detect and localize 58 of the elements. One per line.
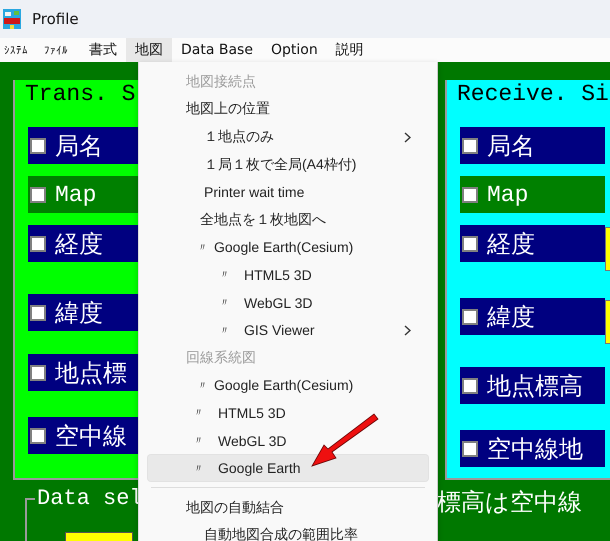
menu-item[interactable]: 自動地図合成の範囲比率 [147, 522, 429, 541]
menu-item[interactable]: 地図の自動結合 [147, 494, 429, 522]
checkbox[interactable] [462, 138, 478, 154]
checkbox[interactable] [462, 236, 478, 252]
menu-item[interactable]: 地図 [126, 38, 172, 62]
strip-label: 地点標高 [487, 370, 583, 402]
panel-title: Receive. Si [457, 80, 610, 108]
menu-item[interactable]: １局１枚で全局(A4枠付) [147, 150, 429, 178]
menu-item[interactable]: １地点のみ [147, 123, 429, 151]
checkbox[interactable] [30, 236, 46, 252]
menu-heading: 回線系統図 [185, 348, 257, 367]
strip-label: 局名 [487, 130, 535, 162]
menu-item[interactable]: ｼｽﾃﾑ [0, 38, 40, 62]
strip-label: 空中線地 [487, 434, 583, 464]
checkbox[interactable] [462, 440, 478, 456]
arrow-annotation [310, 412, 380, 468]
checkbox[interactable] [30, 428, 46, 444]
menu-item[interactable]: Data Base [172, 38, 262, 62]
strip-label: 緯度 [487, 302, 535, 332]
menu-item[interactable]: 書式 [80, 38, 126, 62]
checkbox[interactable] [462, 186, 478, 202]
strip-label: 経度 [487, 228, 535, 260]
input-field[interactable] [605, 227, 610, 271]
strip-label: 地点標 [55, 358, 127, 388]
chevron-right-icon [404, 325, 411, 336]
menu-item[interactable]: 全地点を１枚地図へ [147, 206, 429, 234]
strip-label: 局名 [55, 130, 103, 162]
menu-item[interactable]: 地図上の位置 [147, 96, 429, 124]
strip-label: Map [487, 182, 528, 208]
menu-item[interactable]: ﾌｧｲﾙ [40, 38, 80, 62]
menu-item[interactable]: 〃 WebGL 3D [147, 288, 429, 316]
menu-item[interactable]: 〃 WebGL 3D [147, 426, 429, 454]
strip-label: 緯度 [55, 298, 103, 328]
checkbox[interactable] [30, 304, 46, 320]
panel-title: Trans. S [25, 80, 136, 108]
menu-item[interactable]: 〃 HTML5 3D [147, 261, 429, 289]
menu-heading: 地図接続点 [185, 72, 257, 91]
menu-item[interactable]: 〃 Google Earth [147, 454, 429, 482]
checkbox[interactable] [462, 378, 478, 394]
strip-label: 空中線 [55, 420, 127, 452]
strip-label: 経度 [55, 228, 103, 260]
window-title: Profile [32, 10, 79, 28]
menu-item[interactable]: Option [262, 38, 327, 62]
checkbox[interactable] [462, 308, 478, 324]
checkbox[interactable] [30, 364, 46, 380]
menu-item[interactable]: 〃 HTML5 3D [147, 399, 429, 427]
checkbox[interactable] [30, 138, 46, 154]
menu-item[interactable]: 〃 GIS Viewer [147, 316, 429, 344]
input-field[interactable] [605, 300, 610, 344]
menu-item[interactable]: 〃 Google Earth(Cesium) [147, 372, 429, 400]
chevron-right-icon [404, 132, 411, 144]
menu-item[interactable]: 〃 Google Earth(Cesium) [147, 234, 429, 262]
app-icon [3, 9, 21, 29]
menu-item[interactable]: Printer wait time [147, 178, 429, 206]
menu-item[interactable]: 説明 [326, 38, 373, 62]
checkbox[interactable] [30, 186, 46, 202]
strip-label: Map [55, 182, 96, 208]
note-text: 標高は空中線 [437, 487, 582, 518]
